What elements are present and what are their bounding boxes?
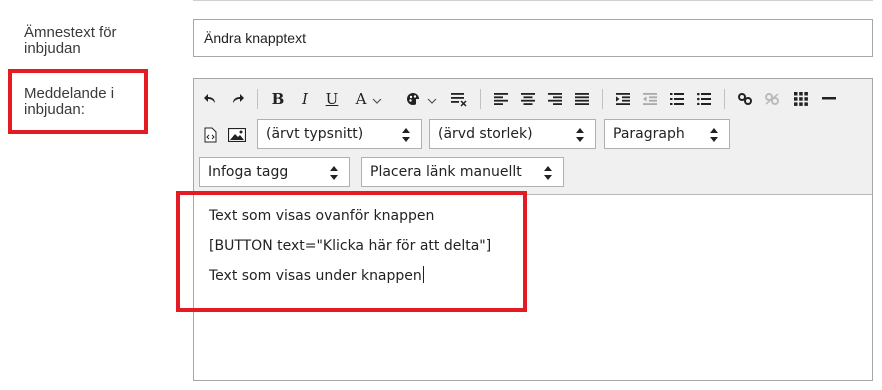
table-icon	[794, 92, 808, 106]
font-family-select[interactable]: (ärvt typsnitt)	[257, 119, 422, 149]
subject-label: Ämnestext för inbjudan	[24, 24, 117, 57]
redo-icon	[233, 94, 244, 103]
toolbar-separator	[257, 89, 258, 109]
source-code-icon	[204, 127, 216, 143]
unlink-icon	[765, 93, 779, 105]
remove-link-button[interactable]	[761, 87, 783, 111]
undo-button[interactable]	[198, 87, 222, 111]
place-link-select[interactable]: Placera länk manuellt	[361, 157, 564, 187]
select-arrows-icon	[544, 166, 552, 180]
toolbar-separator	[724, 89, 725, 109]
align-justify-button[interactable]	[571, 87, 593, 111]
clear-formatting-button[interactable]	[447, 87, 471, 111]
insert-image-button[interactable]	[226, 123, 248, 147]
background-color-dropdown[interactable]	[425, 89, 439, 113]
font-size-select[interactable]: (ärvd storlek)	[429, 119, 596, 149]
select-arrows-icon	[576, 128, 584, 142]
clear-formatting-icon	[451, 93, 467, 107]
subject-input[interactable]: Ändra knapptext	[193, 19, 873, 57]
toolbar-separator	[480, 89, 481, 109]
top-divider	[193, 0, 873, 1]
bold-button[interactable]: B	[266, 87, 290, 111]
editor-toolbar: B I U A (ärvt typsnitt) (ärvd storlek) P…	[194, 79, 872, 195]
block-format-select[interactable]: Paragraph	[604, 119, 730, 149]
insert-tag-select[interactable]: Infoga tagg	[199, 157, 350, 187]
undo-icon	[204, 94, 215, 103]
horizontal-rule-icon	[822, 97, 836, 100]
align-center-icon	[521, 93, 535, 105]
outdent-icon	[643, 93, 657, 105]
redo-button[interactable]	[226, 87, 250, 111]
font-size-value: (ärvd storlek)	[438, 126, 533, 142]
insert-link-button[interactable]	[734, 87, 756, 111]
indent-button[interactable]	[612, 87, 634, 111]
chevron-down-icon	[427, 98, 437, 104]
select-arrows-icon	[402, 128, 410, 142]
align-left-icon	[494, 93, 508, 105]
block-format-value: Paragraph	[613, 126, 685, 142]
numbered-list-icon	[670, 93, 684, 105]
insert-tag-value: Infoga tagg	[208, 164, 289, 180]
image-icon	[228, 128, 246, 142]
indent-icon	[616, 93, 630, 105]
place-link-value: Placera länk manuellt	[370, 164, 522, 180]
underline-button[interactable]: U	[320, 87, 344, 111]
align-left-button[interactable]	[490, 87, 512, 111]
link-icon	[738, 93, 752, 105]
align-center-button[interactable]	[517, 87, 539, 111]
source-code-button[interactable]	[200, 123, 220, 147]
select-arrows-icon	[330, 166, 338, 180]
align-justify-icon	[575, 93, 589, 105]
select-arrows-icon	[710, 128, 718, 142]
highlight-box-label	[8, 69, 148, 134]
italic-button[interactable]: I	[293, 87, 317, 111]
horizontal-rule-button[interactable]	[818, 87, 840, 111]
bullet-list-icon	[697, 93, 711, 105]
font-family-value: (ärvt typsnitt)	[266, 126, 364, 142]
chevron-down-icon	[372, 98, 382, 104]
insert-table-button[interactable]	[790, 87, 812, 111]
bullet-list-button[interactable]	[693, 87, 715, 111]
highlight-box-content	[176, 191, 527, 312]
font-color-dropdown[interactable]	[370, 89, 384, 113]
numbered-list-button[interactable]	[666, 87, 688, 111]
align-right-button[interactable]	[544, 87, 566, 111]
paint-icon	[407, 93, 421, 105]
toolbar-separator	[602, 89, 603, 109]
outdent-button[interactable]	[639, 87, 661, 111]
align-right-icon	[548, 93, 562, 105]
font-color-button[interactable]: A	[352, 87, 370, 111]
background-color-button[interactable]	[404, 87, 424, 111]
